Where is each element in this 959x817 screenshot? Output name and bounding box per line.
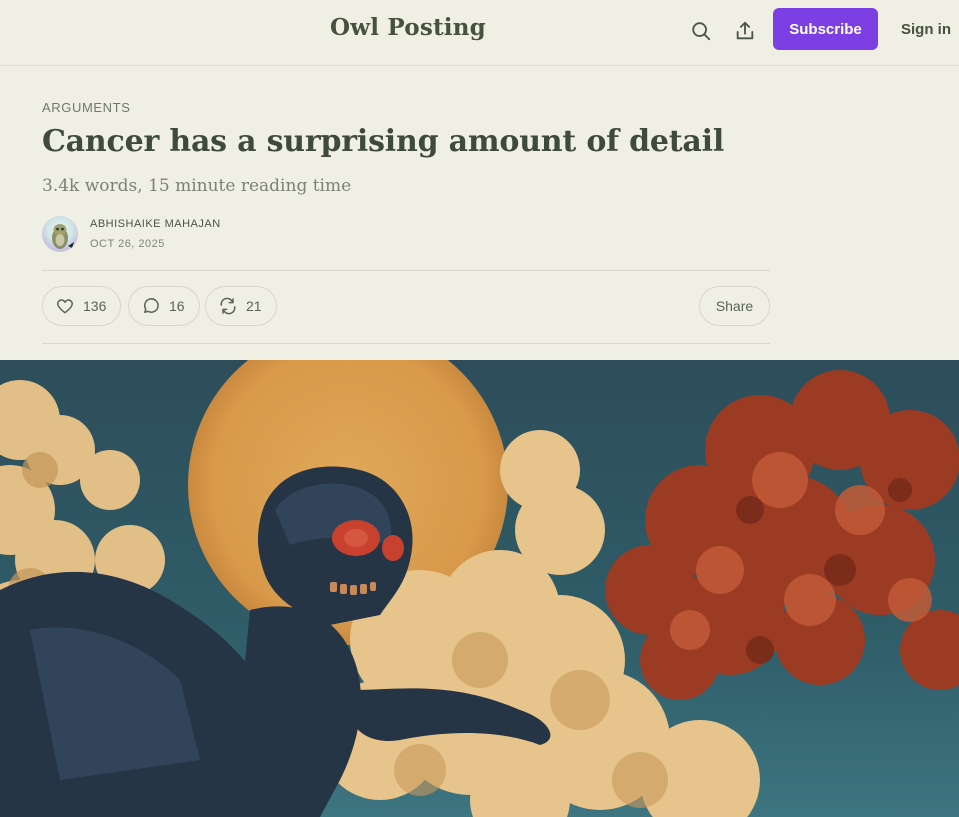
subscribe-button[interactable]: Subscribe — [773, 8, 878, 50]
like-button[interactable]: 136 — [42, 286, 122, 326]
search-icon[interactable] — [688, 18, 714, 44]
author-name[interactable]: ABHISHAIKE MAHAJAN — [90, 218, 221, 230]
section-tag[interactable]: ARGUMENTS — [42, 100, 130, 115]
like-count: 136 — [83, 298, 107, 314]
comment-icon — [144, 298, 159, 313]
restack-icon — [220, 297, 236, 315]
hero-image — [0, 360, 959, 817]
sign-in-button[interactable]: Sign in — [893, 8, 959, 50]
restack-button[interactable]: 21 — [205, 286, 277, 326]
restack-count: 21 — [246, 298, 262, 314]
avatar[interactable] — [42, 216, 78, 252]
top-bar: Owl Posting Subscribe Sign in — [0, 0, 959, 66]
post-title: Cancer has a surprising amount of detail — [42, 124, 725, 159]
post-subtitle: 3.4k words, 15 minute reading time — [42, 176, 352, 196]
heart-icon — [56, 299, 74, 314]
comment-button[interactable]: 16 — [128, 286, 200, 326]
byline: ABHISHAIKE MAHAJAN OCT 26, 2025 — [42, 216, 442, 252]
divider — [42, 270, 770, 271]
divider — [42, 343, 770, 344]
share-icon[interactable] — [732, 18, 758, 44]
comment-count: 16 — [169, 298, 185, 314]
share-button[interactable]: Share — [699, 286, 770, 326]
post-date: OCT 26, 2025 — [90, 238, 165, 250]
